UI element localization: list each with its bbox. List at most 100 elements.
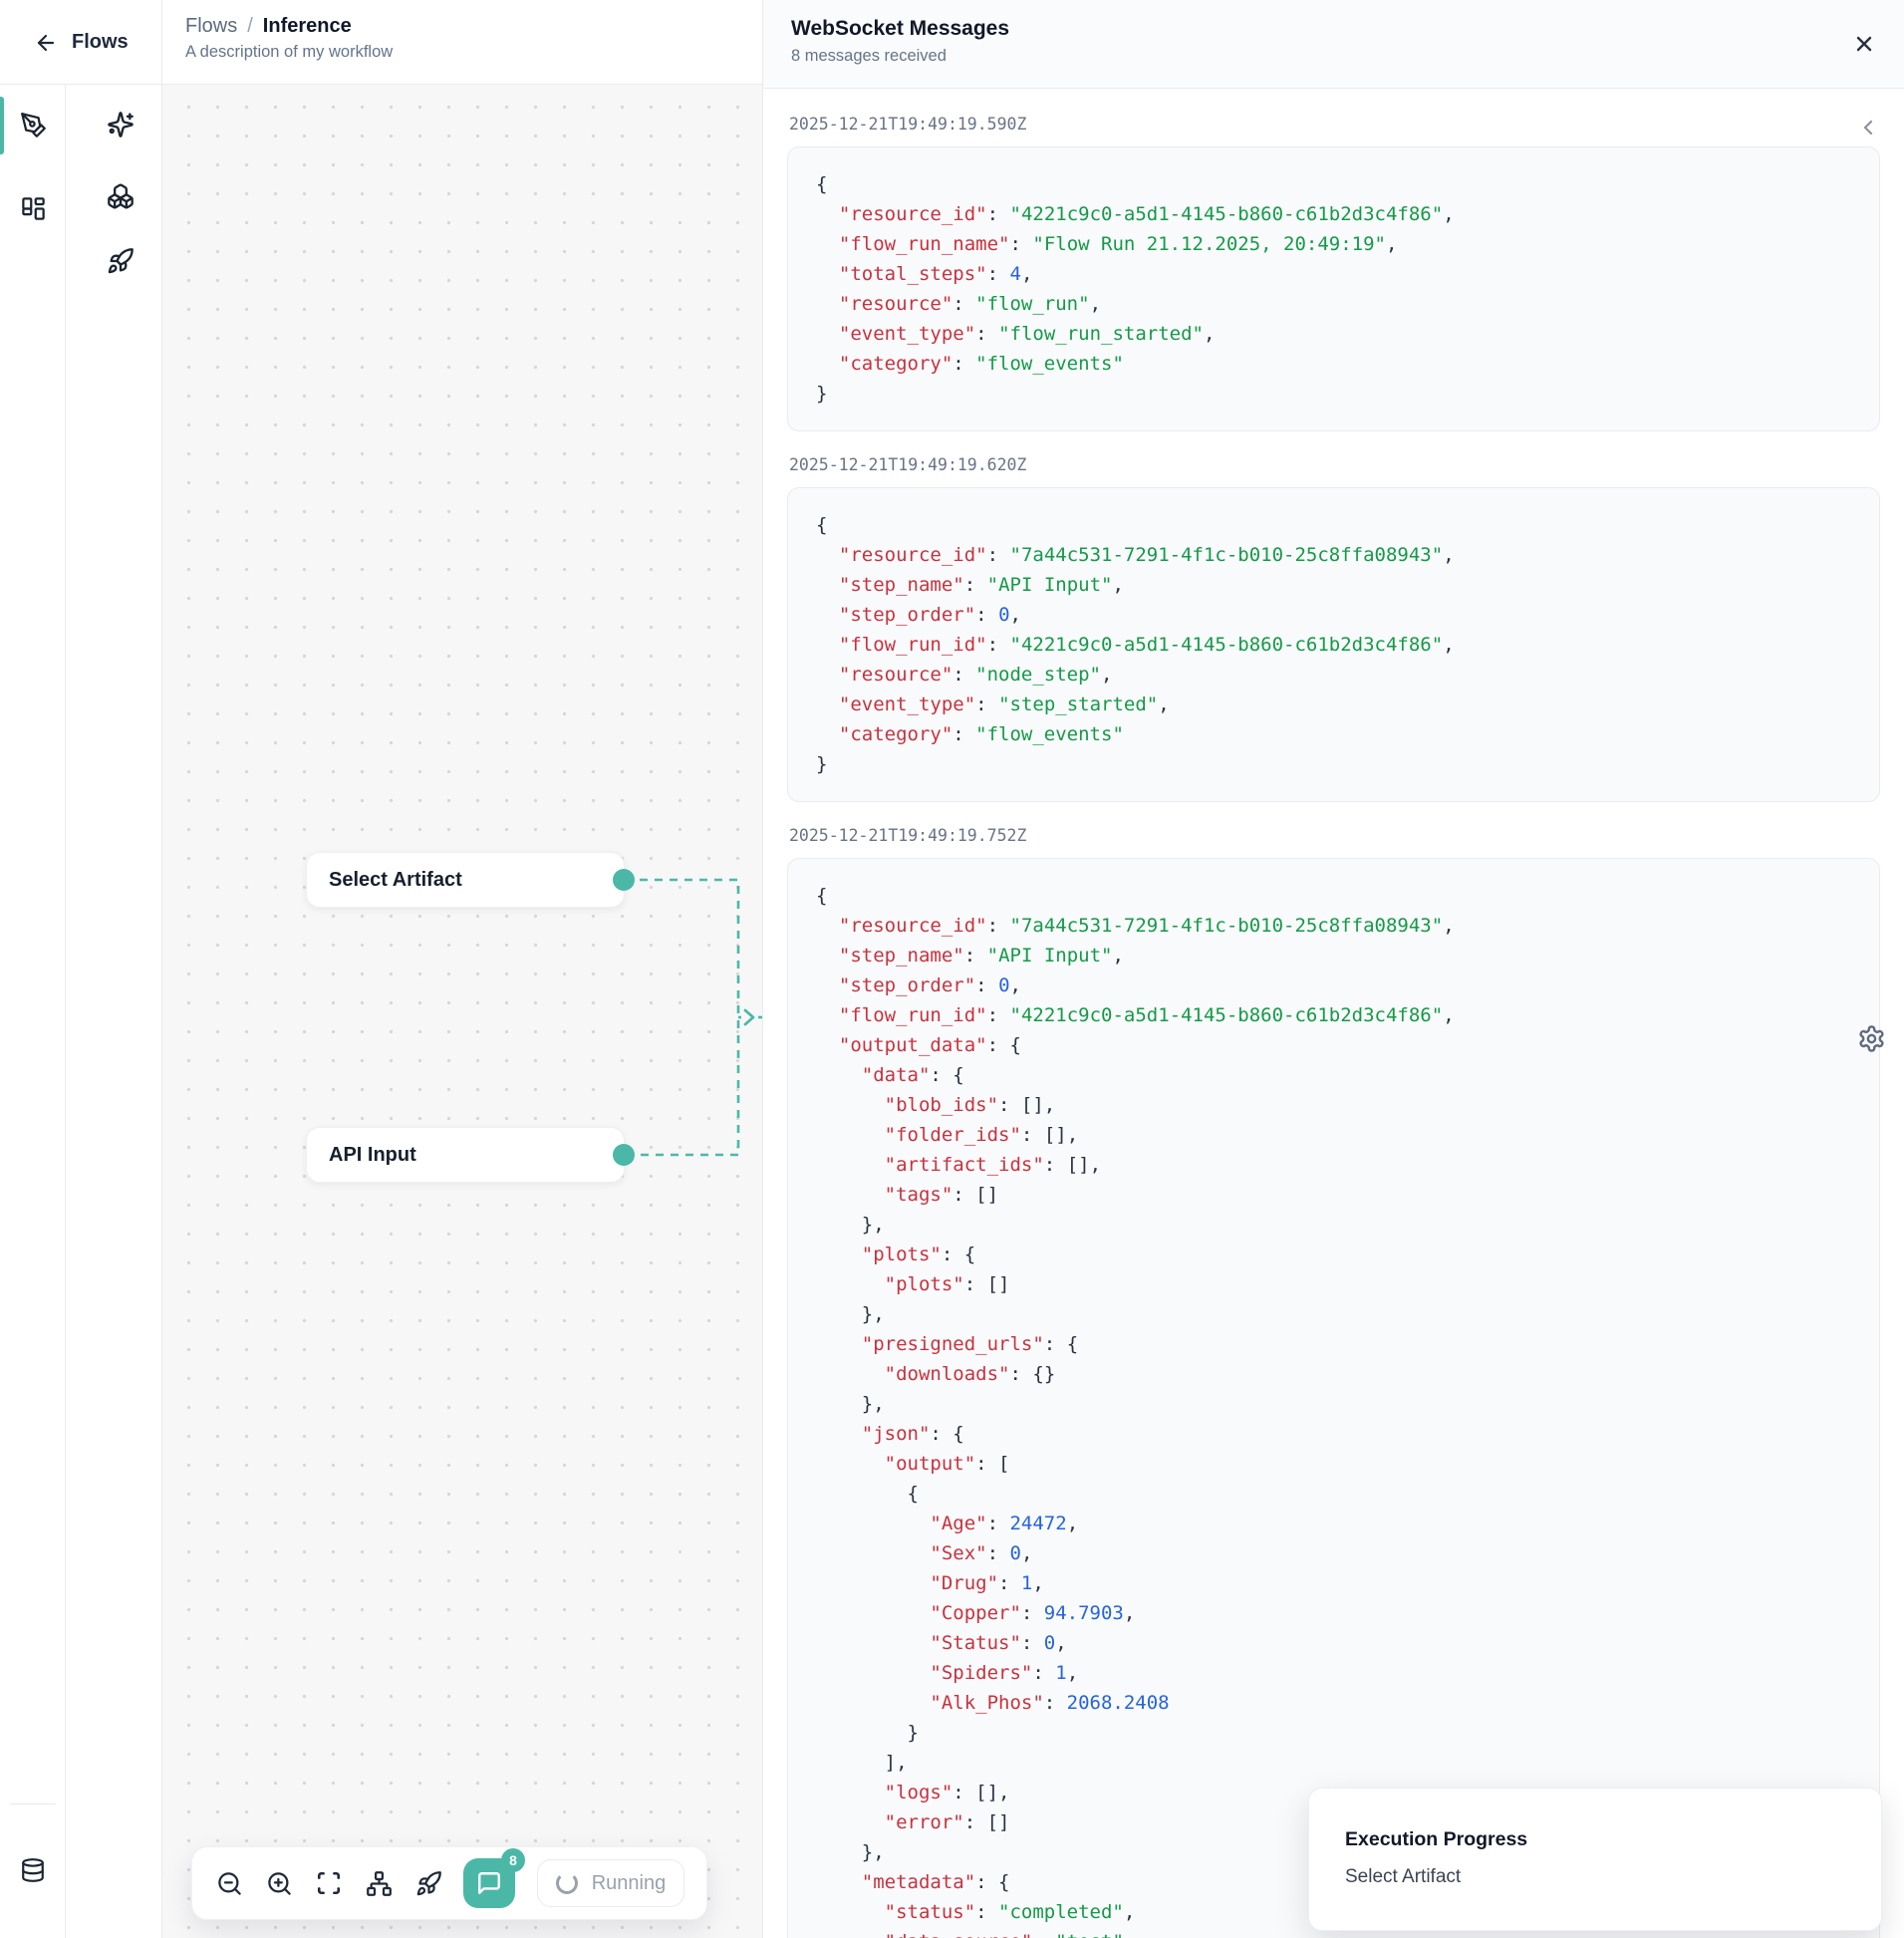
run-status-button[interactable]: Running <box>537 1859 684 1907</box>
back-label: Flows <box>72 31 129 54</box>
zoom-in-button[interactable] <box>264 1868 294 1898</box>
code-line: "Alk_Phos": 2068.2408 <box>816 1688 1851 1718</box>
code-line: }, <box>816 1389 1851 1419</box>
breadcrumb-root-link[interactable]: Flows <box>185 15 237 38</box>
code-line: "Drug": 1, <box>816 1568 1851 1598</box>
run-status-label: Running <box>592 1872 667 1895</box>
messages-toggle-button[interactable]: 8 <box>463 1858 515 1908</box>
sidebar-item-dashboard[interactable] <box>7 182 59 234</box>
app: Flows Flows / Inference A description of… <box>0 0 1904 1938</box>
node-label: API Input <box>329 1144 416 1167</box>
node-output-port[interactable] <box>613 1144 635 1166</box>
flow-canvas[interactable]: Select Artifact API Input <box>162 85 762 1938</box>
sidebar-item-editor[interactable] <box>7 99 59 150</box>
code-line: "Spiders": 1, <box>816 1658 1851 1688</box>
code-line: "flow_run_id": "4221c9c0-a5d1-4145-b860-… <box>816 1000 1851 1030</box>
code-line: "artifact_ids": [], <box>816 1150 1851 1180</box>
panel-title: WebSocket Messages <box>791 17 1876 41</box>
code-line: }, <box>816 1210 1851 1240</box>
messages-list: 2025-12-21T19:49:19.590Z { "resource_id":… <box>763 89 1904 1938</box>
auto-layout-button[interactable] <box>364 1868 394 1898</box>
fit-view-button[interactable] <box>314 1868 344 1898</box>
code-line: "folder_ids": [], <box>816 1120 1851 1150</box>
code-line: "step_order": 0, <box>816 600 1851 630</box>
code-line: "Status": 0, <box>816 1628 1851 1658</box>
message-timestamp: 2025-12-21T19:49:19.752Z <box>789 826 1880 845</box>
websocket-messages-panel: WebSocket Messages 8 messages received 2… <box>762 0 1904 1938</box>
run-flow-button[interactable] <box>413 1868 443 1898</box>
canvas-toolbar: 8 Running <box>191 1846 707 1920</box>
spinner-icon <box>556 1872 578 1894</box>
gear-icon[interactable] <box>1857 1024 1886 1053</box>
layout-tree-icon <box>366 1870 393 1897</box>
node-select-artifact[interactable]: Select Artifact <box>306 852 625 908</box>
collapse-message-button[interactable] <box>1856 116 1880 139</box>
palette-item-ai[interactable] <box>95 99 146 150</box>
fit-view-icon <box>316 1870 342 1896</box>
node-palette-rail <box>66 85 162 1938</box>
panel-header: WebSocket Messages 8 messages received <box>763 0 1904 89</box>
code-line: ], <box>816 1748 1851 1778</box>
breadcrumb-separator: / <box>247 15 253 38</box>
code-line: "resource_id": "7a44c531-7291-4f1c-b010-… <box>816 911 1851 941</box>
node-api-input[interactable]: API Input <box>306 1127 625 1183</box>
code-line: "Copper": 94.7903, <box>816 1598 1851 1628</box>
code-line: "resource_id": "4221c9c0-a5d1-4145-b860-… <box>816 199 1851 229</box>
zoom-out-icon <box>216 1870 243 1897</box>
message-timestamp: 2025-12-21T19:49:19.590Z <box>789 115 1880 134</box>
code-line: "flow_run_id": "4221c9c0-a5d1-4145-b860-… <box>816 630 1851 660</box>
code-line: "event_type": "step_started", <box>816 690 1851 719</box>
message-card: { "resource_id": "4221c9c0-a5d1-4145-b86… <box>787 146 1880 431</box>
close-panel-button[interactable] <box>1852 32 1876 56</box>
sparkles-plus-icon <box>107 111 135 138</box>
code-line: "step_order": 0, <box>816 970 1851 1000</box>
top-bar: Flows Flows / Inference A description of… <box>0 0 762 85</box>
sidebar-divider <box>10 1803 56 1804</box>
pen-tool-icon <box>20 112 47 138</box>
code-line: "plots": [] <box>816 1269 1851 1299</box>
code-line: "Sex": 0, <box>816 1538 1851 1568</box>
node-label: Select Artifact <box>329 869 462 892</box>
code-line: }, <box>816 1299 1851 1329</box>
node-output-port[interactable] <box>613 869 635 891</box>
page-title: Inference <box>263 15 352 38</box>
back-to-flows-button[interactable]: Flows <box>0 0 162 85</box>
code-line: "data": { <box>816 1060 1851 1090</box>
palette-item-blocks[interactable] <box>95 170 146 222</box>
rocket-icon <box>107 247 135 275</box>
code-line: "resource_id": "7a44c531-7291-4f1c-b010-… <box>816 540 1851 570</box>
code-line: "event_type": "flow_run_started", <box>816 319 1851 349</box>
execution-progress-title: Execution Progress <box>1345 1828 1845 1851</box>
code-line: "downloads": {} <box>816 1359 1851 1389</box>
code-line: "output_data": { <box>816 1030 1851 1060</box>
code-line: "resource": "flow_run", <box>816 289 1851 319</box>
flow-description: A description of my workflow <box>185 43 393 62</box>
code-line: { <box>816 169 1851 199</box>
layout-dashboard-icon <box>20 195 47 222</box>
sidebar-primary-rail <box>0 85 66 1938</box>
code-line: { <box>816 510 1851 540</box>
code-line: "category": "flow_events" <box>816 719 1851 749</box>
sidebar-item-data[interactable] <box>7 1844 59 1896</box>
rocket-icon <box>415 1870 442 1897</box>
execution-progress-card: Execution Progress Select Artifact <box>1308 1788 1882 1931</box>
code-line: "flow_run_name": "Flow Run 21.12.2025, 2… <box>816 229 1851 259</box>
code-line: "total_steps": 4, <box>816 259 1851 289</box>
code-line: "json": { <box>816 1419 1851 1449</box>
execution-progress-step: Select Artifact <box>1345 1866 1845 1888</box>
cubes-icon <box>107 182 135 210</box>
arrow-left-icon <box>34 31 58 55</box>
database-icon <box>20 1857 46 1883</box>
zoom-out-button[interactable] <box>214 1868 244 1898</box>
code-line: "Age": 24472, <box>816 1509 1851 1538</box>
palette-item-deploy[interactable] <box>95 235 146 287</box>
code-line: "tags": [] <box>816 1180 1851 1210</box>
code-line: "presigned_urls": { <box>816 1329 1851 1359</box>
breadcrumb: Flows / Inference A description of my wo… <box>185 15 393 62</box>
code-line: "output": [ <box>816 1449 1851 1479</box>
message-count-badge: 8 <box>501 1848 525 1872</box>
edge-arrowhead <box>745 1010 753 1024</box>
code-line: "plots": { <box>816 1240 1851 1269</box>
flow-edges <box>162 85 762 1938</box>
code-line: } <box>816 1718 1851 1748</box>
